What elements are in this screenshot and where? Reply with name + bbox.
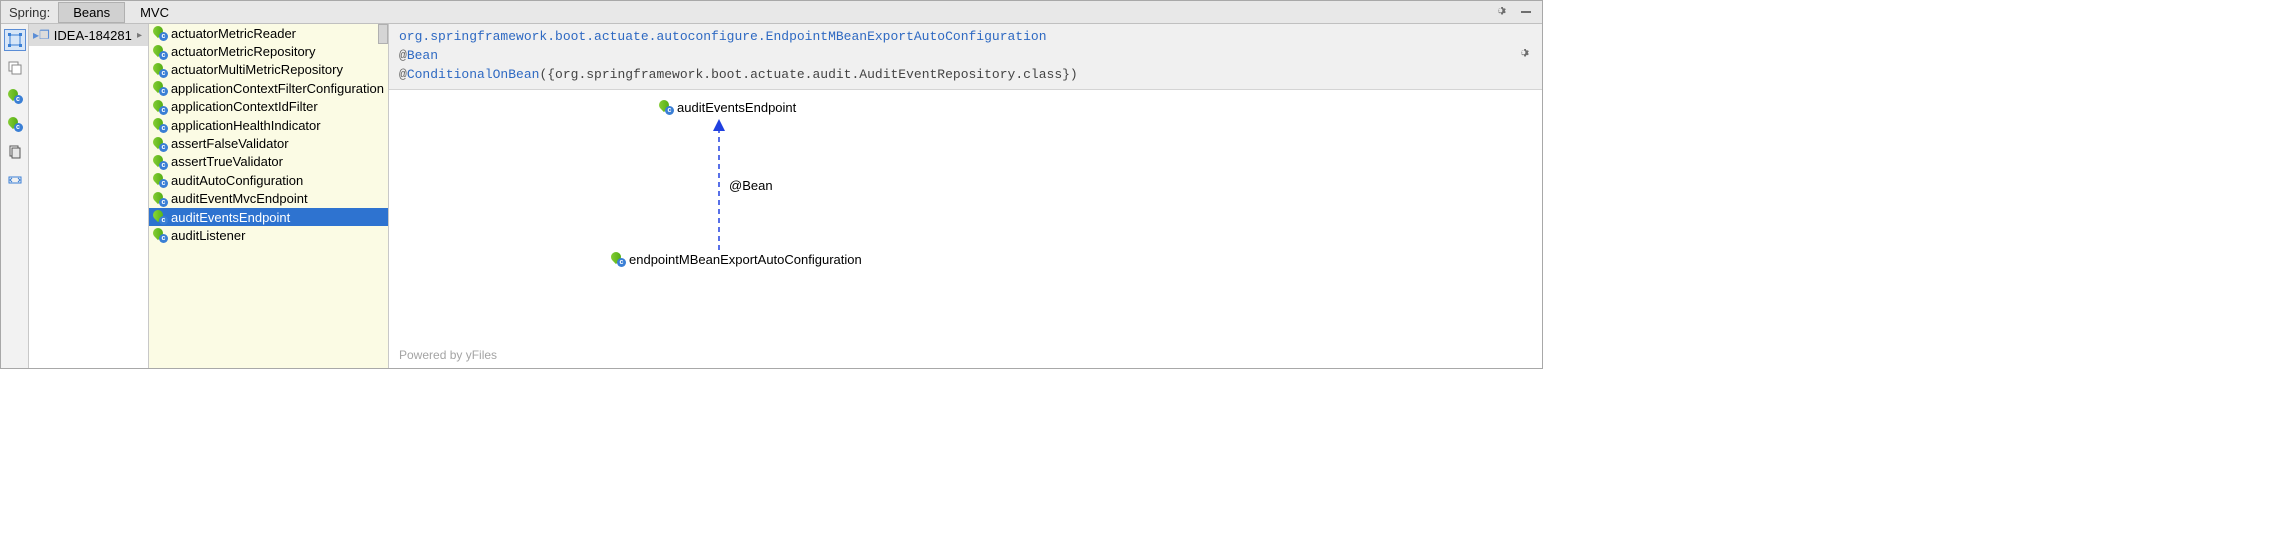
bean-item[interactable]: actuatorMetricReader — [149, 24, 388, 42]
diagram-edge-label: @Bean — [729, 178, 773, 193]
tool-stack-icon[interactable] — [4, 57, 26, 79]
bean-list[interactable]: actuatorMetricReader actuatorMetricRepos… — [149, 24, 388, 245]
tool-bean-lock-icon[interactable] — [4, 85, 26, 107]
annotation-conditional[interactable]: ConditionalOnBean — [407, 67, 540, 82]
bean-icon — [153, 26, 167, 40]
bean-icon — [153, 118, 167, 132]
header-prefix: Spring: — [5, 5, 58, 20]
bean-icon — [153, 210, 167, 224]
declaring-class-link[interactable]: org.springframework.boot.actuate.autocon… — [399, 29, 1047, 44]
bean-item[interactable]: assertFalseValidator — [149, 134, 388, 152]
project-panel: ▸❐ IDEA-184281 ▸ — [29, 24, 149, 368]
bean-icon — [659, 100, 673, 114]
chevron-right-icon: ▸ — [137, 30, 142, 41]
folder-icon: ▸❐ — [33, 28, 50, 42]
gear-icon[interactable] — [1492, 2, 1512, 22]
bean-icon — [153, 228, 167, 242]
project-item[interactable]: ▸❐ IDEA-184281 ▸ — [29, 24, 148, 46]
vertical-toolbar — [1, 24, 29, 368]
diagram-footer: Powered by yFiles — [399, 348, 497, 362]
diagram-edge — [389, 90, 1542, 368]
diagram-node-top[interactable]: auditEventsEndpoint — [659, 100, 796, 115]
bean-item[interactable]: actuatorMetricRepository — [149, 42, 388, 60]
annotation-bean[interactable]: Bean — [407, 48, 438, 63]
tool-scope-icon[interactable] — [4, 29, 26, 51]
tool-expand-icon[interactable] — [4, 169, 26, 191]
bean-list-panel: actuatorMetricReader actuatorMetricRepos… — [149, 24, 389, 368]
gear-icon[interactable] — [1518, 47, 1536, 65]
bean-icon — [153, 192, 167, 206]
detail-panel: org.springframework.boot.actuate.autocon… — [389, 24, 1542, 368]
bean-icon — [153, 100, 167, 114]
diagram-node-bottom[interactable]: endpointMBeanExportAutoConfiguration — [611, 252, 862, 267]
bean-item-selected[interactable]: auditEventsEndpoint — [149, 208, 388, 226]
bean-item[interactable]: auditListener — [149, 226, 388, 244]
bean-icon — [153, 173, 167, 187]
bean-item[interactable]: applicationHealthIndicator — [149, 116, 388, 134]
bean-item[interactable]: actuatorMultiMetricRepository — [149, 61, 388, 79]
bean-info-panel: org.springframework.boot.actuate.autocon… — [389, 24, 1542, 90]
bean-item[interactable]: auditAutoConfiguration — [149, 171, 388, 189]
bean-icon — [153, 81, 167, 95]
scrollbar-thumb[interactable] — [378, 24, 388, 44]
bean-icon — [153, 45, 167, 59]
bean-icon — [611, 252, 625, 266]
tool-bean-config-icon[interactable] — [4, 113, 26, 135]
project-name: IDEA-184281 — [54, 28, 132, 43]
tab-beans[interactable]: Beans — [58, 2, 125, 23]
bean-icon — [153, 63, 167, 77]
bean-item[interactable]: auditEventMvcEndpoint — [149, 190, 388, 208]
bean-item[interactable]: assertTrueValidator — [149, 153, 388, 171]
bean-item[interactable]: applicationContextIdFilter — [149, 98, 388, 116]
dependency-diagram[interactable]: auditEventsEndpoint @Bean endpointMBeanE… — [389, 90, 1542, 368]
tab-mvc[interactable]: MVC — [125, 2, 184, 23]
bean-item[interactable]: applicationContextFilterConfiguration — [149, 79, 388, 97]
minimize-icon[interactable] — [1516, 2, 1536, 22]
header-bar: Spring: Beans MVC — [1, 1, 1542, 24]
bean-icon — [153, 155, 167, 169]
bean-icon — [153, 137, 167, 151]
tool-copy-icon[interactable] — [4, 141, 26, 163]
